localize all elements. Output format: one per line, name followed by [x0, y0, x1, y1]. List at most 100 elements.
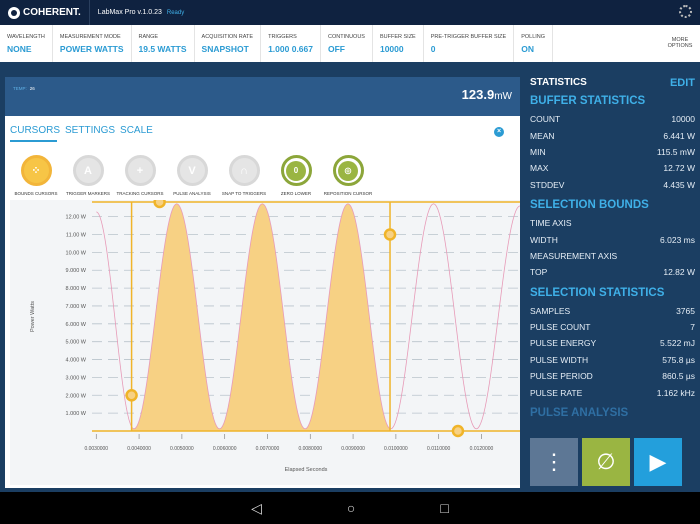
- setting-pre-trigger-buffer-size[interactable]: PRE-TRIGGER BUFFER SIZE 0: [424, 25, 515, 62]
- glyph: 0: [286, 160, 306, 181]
- play-button[interactable]: ▶: [634, 438, 682, 486]
- top-bar: COHERENT. LabMax Pro v.1.0.23 Ready: [0, 0, 700, 25]
- setting-continuous[interactable]: CONTINUOUS OFF: [321, 25, 373, 62]
- glyph: ⁘: [31, 165, 41, 177]
- back-icon[interactable]: ◁: [251, 500, 262, 517]
- magnet-icon: ∩: [228, 155, 260, 186]
- x-tick-label: 0.0070000: [256, 446, 280, 452]
- recents-icon[interactable]: □: [440, 500, 448, 516]
- setting-measurement-mode[interactable]: MEASUREMENT MODE POWER WATTS: [53, 25, 132, 62]
- statistics-panel: STATISTICS EDIT BUFFER STATISTICS COUNT 100…: [530, 77, 695, 423]
- y-tick-label: 11.00 W: [66, 233, 87, 239]
- tool-tracking-cursors[interactable]: + TRACKING CURSORS: [114, 155, 166, 196]
- tab-cursors[interactable]: CURSORS: [10, 125, 60, 136]
- x-tick-label: 0.0120000: [470, 446, 494, 452]
- x-axis-label: Elapsed Seconds: [285, 467, 328, 473]
- stat-value: 6.441 W: [663, 130, 695, 141]
- tool-zero-lower[interactable]: 0 ZERO LOWER: [270, 155, 322, 196]
- stat-row: PULSE COUNT 7: [530, 319, 695, 335]
- stat-row: COUNT 10000: [530, 111, 695, 127]
- tab-settings[interactable]: SETTINGS: [65, 125, 115, 136]
- stat-row: TIME AXIS: [530, 215, 695, 231]
- stat-value: 7: [690, 322, 695, 333]
- cursor-handle[interactable]: [451, 424, 465, 438]
- gear-icon[interactable]: [679, 5, 692, 18]
- active-tab-indicator: [10, 140, 57, 142]
- buffer-heading: BUFFER STATISTICS: [530, 95, 646, 107]
- tool-label: REPOSITION CURSOR: [323, 191, 373, 196]
- tab-bar: CURSORS SETTINGS SCALE: [10, 125, 153, 136]
- stat-label: PULSE COUNT: [530, 322, 591, 333]
- temperature: TEMP: 26: [13, 86, 35, 91]
- setting-label: CONTINUOUS: [327, 34, 365, 40]
- glyph: +: [136, 164, 144, 177]
- y-axis-label: Power Watts: [30, 301, 36, 332]
- stat-row: PULSE RATE 1.162 kHz: [530, 384, 695, 400]
- stat-label: PULSE PERIOD: [530, 371, 593, 382]
- glyph: ◎: [338, 160, 358, 181]
- stat-row: STDDEV 4.435 W: [530, 177, 695, 193]
- action-buttons: ⋮ ∅ ▶: [530, 438, 682, 486]
- stat-label: PULSE RATE: [530, 387, 583, 398]
- setting-label: ACQUISITION RATE: [201, 34, 254, 40]
- reading-value: 123.9: [461, 87, 495, 102]
- app-title: LabMax Pro v.1.0.23: [97, 9, 162, 16]
- setting-label: TRIGGERS: [268, 34, 297, 40]
- move-icon: ◎: [332, 155, 364, 186]
- stat-value: 12.72 W: [663, 163, 695, 174]
- setting-label: MEASUREMENT MODE: [59, 34, 121, 40]
- tool-trigger-markers[interactable]: A TRIGGER MARKERS: [62, 155, 114, 196]
- temp-value: 26: [29, 86, 35, 91]
- setting-wavelength[interactable]: WAVELENGTH NONE: [0, 25, 53, 62]
- stat-value: 115.5 mW: [656, 146, 695, 157]
- coherent-logo: COHERENT.: [0, 0, 90, 25]
- cursor-handle[interactable]: [153, 195, 166, 209]
- home-icon[interactable]: ○: [347, 500, 355, 516]
- stat-label: MEAN: [530, 130, 555, 141]
- stat-label: PULSE WIDTH: [530, 354, 589, 365]
- cursor-handle[interactable]: [383, 228, 397, 241]
- tab-scale[interactable]: SCALE: [120, 125, 153, 136]
- tool-reposition-cursor[interactable]: ◎ REPOSITION CURSOR: [322, 155, 374, 196]
- y-tick-label: 9.000 W: [66, 268, 87, 274]
- setting-buffer-size[interactable]: BUFFER SIZE 10000: [373, 25, 424, 62]
- tool-label: TRIGGER MARKERS: [65, 191, 110, 196]
- setting-range[interactable]: RANGE 19.5 WATTS: [132, 25, 195, 62]
- tool-snap-to-triggers[interactable]: ∩ SNAP TO TRIGGERS: [218, 155, 270, 196]
- setting-triggers[interactable]: TRIGGERS 1.000 0.667: [261, 25, 321, 62]
- setting-label: RANGE: [138, 34, 159, 40]
- x-tick-label: 0.0100000: [384, 446, 408, 452]
- tool-bounds-cursors[interactable]: ⁘ BOUNDS CURSORS: [10, 155, 62, 196]
- stat-row: PULSE PERIOD 860.5 µs: [530, 368, 695, 384]
- pulse-analysis-heading[interactable]: PULSE ANALYSIS: [530, 407, 695, 419]
- stat-label: TIME AXIS: [530, 218, 572, 229]
- chart[interactable]: 12.00 W 11.00 W 10.00 W 9.000 W 8.000 W 7.000…: [10, 195, 521, 485]
- setting-acquisition-rate[interactable]: ACQUISITION RATE SNAPSHOT: [195, 25, 262, 62]
- chart-svg[interactable]: 12.00 W 11.00 W 10.00 W 9.000 W 8.000 W 7.000…: [10, 195, 521, 485]
- temp-label: TEMP:: [13, 86, 27, 91]
- stat-value: 10000: [671, 114, 695, 125]
- android-nav-bar: ◁ ○ □: [0, 492, 700, 524]
- x-tick-label: 0.0030000: [84, 446, 108, 452]
- setting-label: BUFFER SIZE: [379, 34, 416, 40]
- tool-pulse-analysis[interactable]: V PULSE ANALYSIS: [166, 155, 218, 196]
- more-options-button[interactable]: MORE OPTIONS: [660, 25, 700, 62]
- x-tick-label: 0.0110000: [427, 446, 450, 452]
- measurement-panel: TEMP: 26 123.9mW CURSORS SETTINGS SCALE ×…: [5, 77, 521, 488]
- edit-button[interactable]: EDIT: [670, 77, 695, 89]
- close-icon[interactable]: ×: [494, 127, 504, 137]
- stat-row: PULSE WIDTH 575.8 µs: [530, 352, 695, 368]
- clear-button[interactable]: ∅: [582, 438, 630, 486]
- setting-polling[interactable]: POLLING ON: [514, 25, 554, 62]
- stat-value: 5.522 mJ: [660, 338, 695, 349]
- selection-heading: SELECTION STATISTICS: [530, 286, 665, 299]
- tool-label: TRACKING CURSORS: [116, 191, 164, 196]
- stat-row: MEASUREMENT AXIS: [530, 248, 695, 264]
- cursor-handle[interactable]: [125, 389, 138, 402]
- stat-row: MEAN 6.441 W: [530, 127, 695, 143]
- panel-header: TEMP: 26 123.9mW: [5, 77, 520, 116]
- setting-value: 1.000 0.667: [268, 44, 313, 54]
- stat-label: STDDEV: [530, 179, 565, 190]
- menu-button[interactable]: ⋮: [530, 438, 578, 486]
- x-tick-label: 0.0080000: [298, 446, 322, 452]
